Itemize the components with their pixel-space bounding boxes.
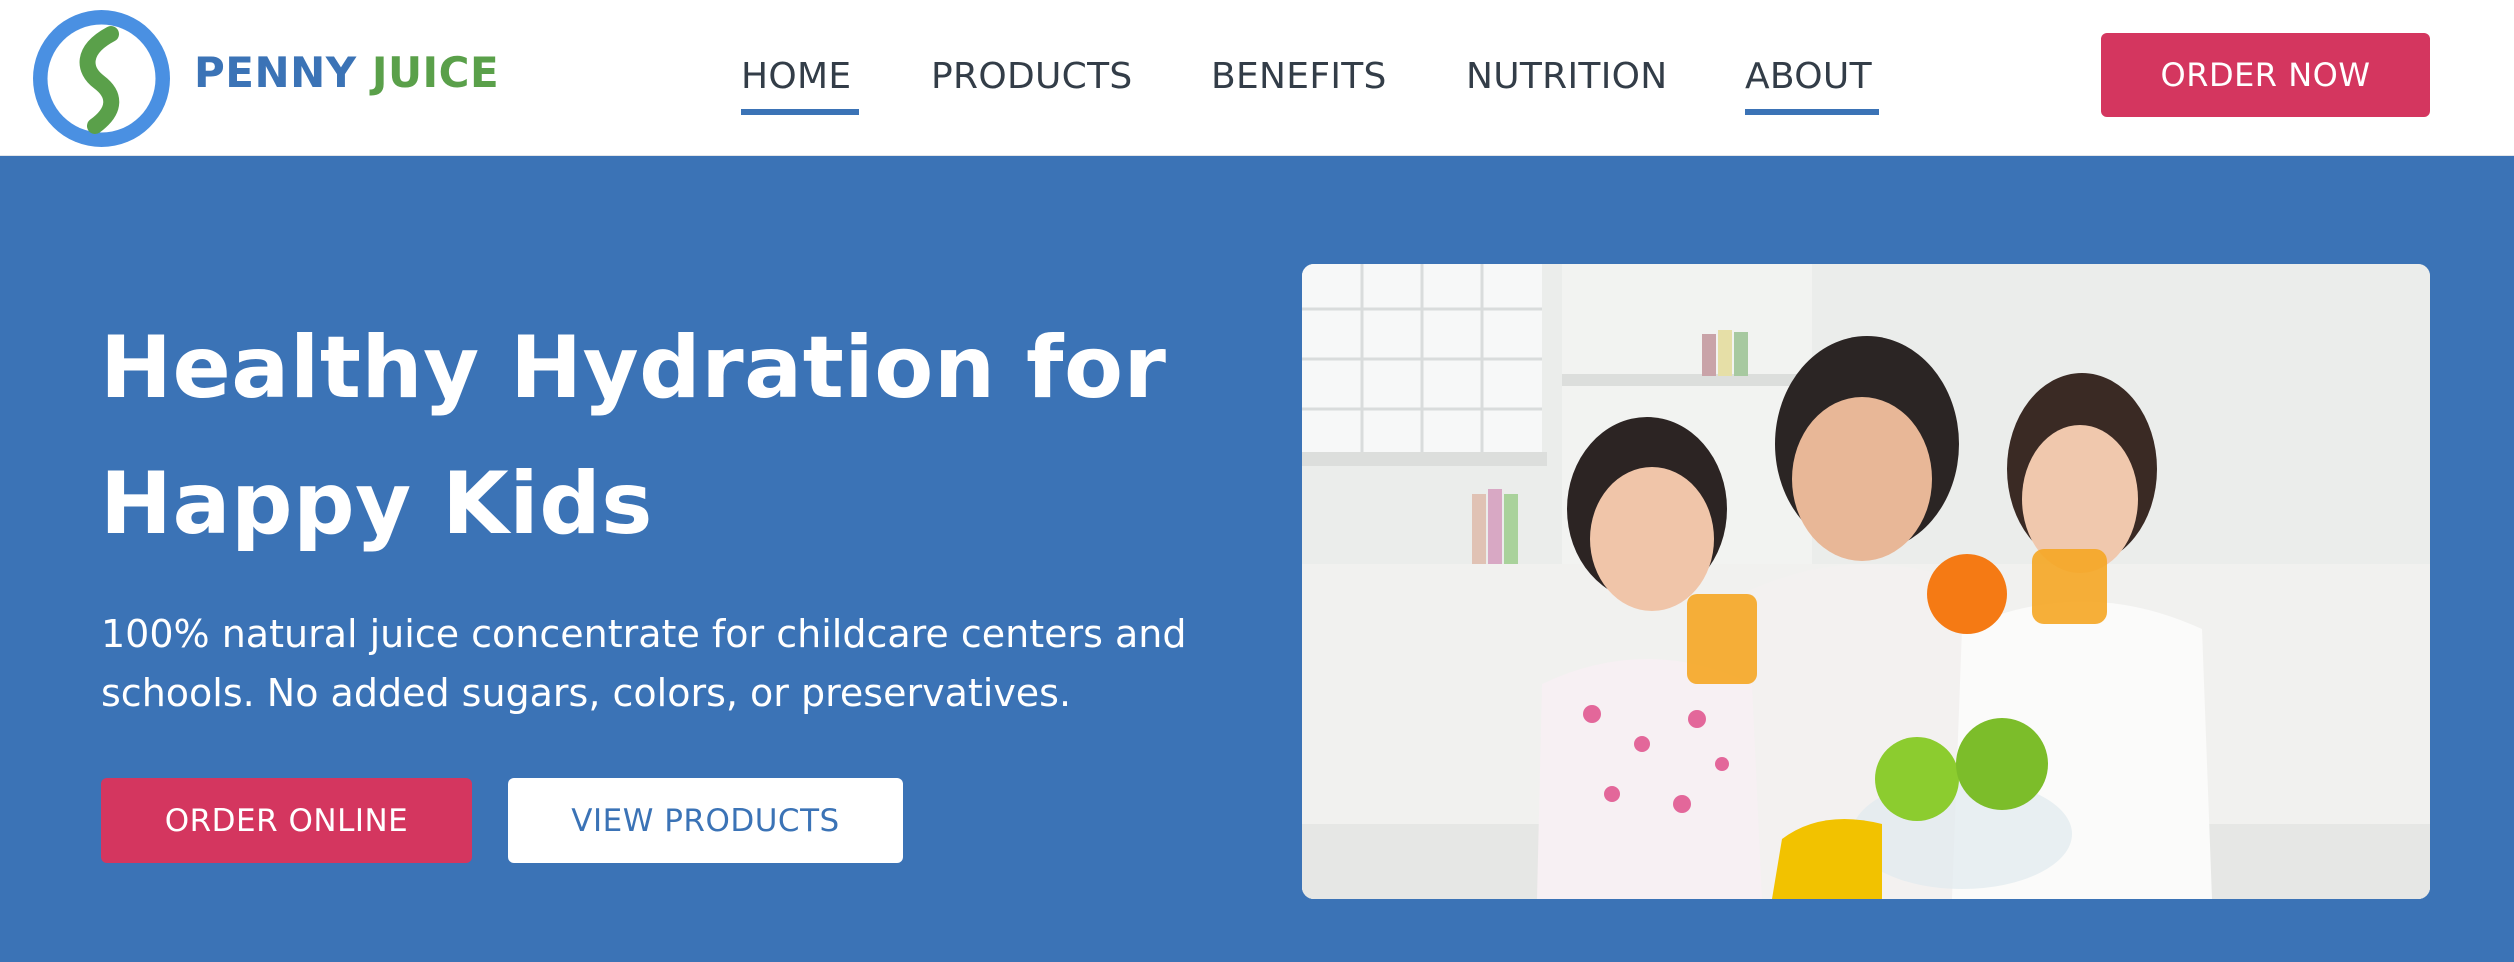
hero-subtitle-line2: schools. No added sugars, colors, or pre… [101,671,1072,715]
order-now-button[interactable]: ORDER NOW [2101,33,2430,117]
nav-item-home[interactable]: HOME [741,52,859,115]
nav-item-products[interactable]: PRODUCTS [931,52,1141,102]
brand-name-part2: JUICE [371,48,500,97]
hero-title-line2: Happy Kids [100,454,653,554]
family-drinking-juice-photo [1302,264,2430,899]
site-header: PENNY JUICE HOME PRODUCTS BENEFITS NUTRI… [0,0,2514,156]
nav-item-benefits[interactable]: BENEFITS [1211,52,1394,102]
hero-image [1302,264,2430,899]
nav-item-about[interactable]: ABOUT [1745,52,1879,115]
nav-item-nutrition[interactable]: NUTRITION [1466,52,1673,102]
hero-subtitle-line1: 100% natural juice concentrate for child… [101,612,1187,656]
hero-subtitle: 100% natural juice concentrate for child… [101,605,1261,723]
brand-name[interactable]: PENNY JUICE [194,47,499,99]
brand-name-part1: PENNY [194,48,357,97]
order-online-button[interactable]: ORDER ONLINE [101,778,472,863]
hero-title: Healthy Hydration for Happy Kids [100,300,1240,572]
view-products-button[interactable]: VIEW PRODUCTS [508,778,903,863]
penny-juice-logo-icon [33,10,170,147]
hero-title-line1: Healthy Hydration for [100,318,1167,418]
